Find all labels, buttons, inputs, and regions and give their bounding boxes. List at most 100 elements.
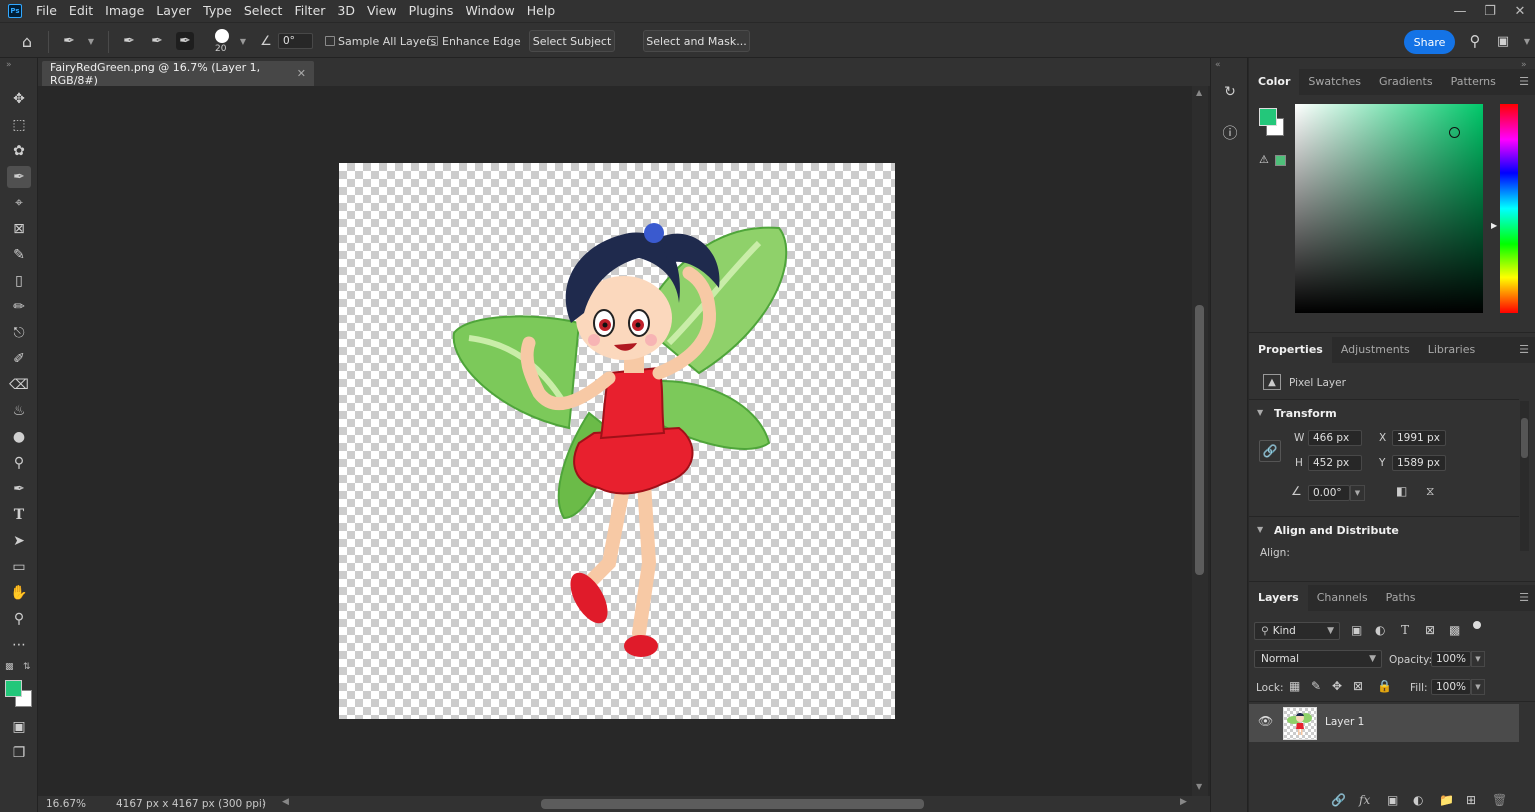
document-canvas[interactable] <box>339 163 895 719</box>
healing-brush-tool-icon[interactable]: ▯ <box>7 270 31 292</box>
rotation-input[interactable]: 0.00° <box>1308 485 1350 501</box>
tab-adjustments[interactable]: Adjustments <box>1332 337 1419 363</box>
panel-menu-icon[interactable]: ☰ <box>1519 343 1529 356</box>
gamut-swatch[interactable] <box>1275 155 1286 166</box>
subtract-from-selection-icon[interactable]: ✒ <box>176 32 194 50</box>
lock-image-icon[interactable]: ✎ <box>1311 679 1321 693</box>
layer-thumbnail[interactable] <box>1283 707 1317 740</box>
menu-window[interactable]: Window <box>459 0 520 22</box>
quick-selection-tool-icon[interactable]: ✒ <box>7 166 31 188</box>
layer-name[interactable]: Layer 1 <box>1325 716 1364 728</box>
menu-edit[interactable]: Edit <box>63 0 99 22</box>
zoom-tool-icon[interactable]: ⚲ <box>7 608 31 630</box>
new-selection-icon[interactable]: ✒ <box>120 32 138 50</box>
frame-tool-icon[interactable]: ⊠ <box>7 218 31 240</box>
scroll-down-icon[interactable]: ▼ <box>1196 782 1202 791</box>
crop-tool-icon[interactable]: ⌖ <box>7 192 31 214</box>
foreground-color-swatch[interactable] <box>5 680 22 697</box>
filter-smart-object-icon[interactable]: ▩ <box>1449 623 1460 637</box>
chevron-down-icon[interactable]: ▼ <box>1257 408 1263 417</box>
menu-help[interactable]: Help <box>521 0 562 22</box>
menu-image[interactable]: Image <box>99 0 150 22</box>
more-tools-icon[interactable]: ⋯ <box>7 634 31 656</box>
select-and-mask-button[interactable]: Select and Mask... <box>643 30 750 52</box>
eyedropper-tool-icon[interactable]: ✎ <box>7 244 31 266</box>
scroll-up-icon[interactable]: ▲ <box>1196 88 1202 97</box>
chevron-down-icon[interactable]: ▼ <box>234 32 252 50</box>
menu-filter[interactable]: Filter <box>288 0 331 22</box>
screen-mode-icon[interactable]: ❐ <box>7 742 31 764</box>
properties-scrollbar-thumb[interactable] <box>1521 418 1528 458</box>
tab-gradients[interactable]: Gradients <box>1370 69 1442 95</box>
default-colors-icon[interactable]: ▩ <box>5 662 14 672</box>
type-tool-icon[interactable]: T <box>7 504 31 526</box>
dodge-tool-icon[interactable]: ⚲ <box>7 452 31 474</box>
tab-paths[interactable]: Paths <box>1377 585 1425 611</box>
gamut-warning-icon[interactable]: ⚠ <box>1259 153 1269 166</box>
menu-plugins[interactable]: Plugins <box>403 0 460 22</box>
hue-slider[interactable] <box>1500 104 1518 313</box>
eraser-tool-icon[interactable]: ⌫ <box>7 374 31 396</box>
adjustment-layer-icon[interactable]: ◐ <box>1413 793 1423 807</box>
brush-tip-icon[interactable] <box>215 29 229 43</box>
info-panel-icon[interactable]: ⓘ <box>1220 122 1240 142</box>
brush-tool-icon[interactable]: ✏ <box>7 296 31 318</box>
workspace-icon[interactable]: ▣ <box>1494 32 1512 50</box>
close-icon[interactable]: ✕ <box>297 67 306 80</box>
tab-properties[interactable]: Properties <box>1249 337 1332 363</box>
chevron-down-icon[interactable]: ▼ <box>1257 525 1263 534</box>
chevron-down-icon[interactable]: ▼ <box>1350 485 1365 501</box>
fill-input[interactable]: 100% <box>1431 679 1471 695</box>
flip-vertical-icon[interactable]: ⧖ <box>1426 484 1434 499</box>
quick-mask-icon[interactable]: ▣ <box>7 716 31 738</box>
close-icon[interactable]: ✕ <box>1505 0 1535 22</box>
filter-shape-icon[interactable]: ⊠ <box>1425 623 1435 637</box>
move-tool-icon[interactable]: ✥ <box>7 88 31 110</box>
y-input[interactable]: 1589 px <box>1392 455 1446 471</box>
trash-icon[interactable]: 🗑 <box>1492 793 1507 807</box>
history-brush-tool-icon[interactable]: ✐ <box>7 348 31 370</box>
collapse-icon[interactable]: « <box>1215 60 1221 70</box>
panel-menu-icon[interactable]: ☰ <box>1519 75 1529 88</box>
quick-selection-preset-icon[interactable]: ✒ <box>60 32 78 50</box>
lock-transparent-icon[interactable]: ▦ <box>1289 679 1300 693</box>
share-button[interactable]: Share <box>1404 30 1455 54</box>
flip-horizontal-icon[interactable]: ◧ <box>1396 484 1407 498</box>
sample-all-layers-checkbox[interactable] <box>325 36 335 46</box>
eye-icon[interactable]: 👁 <box>1258 714 1273 728</box>
tab-patterns[interactable]: Patterns <box>1442 69 1505 95</box>
rectangle-tool-icon[interactable]: ▭ <box>7 556 31 578</box>
filter-pixel-icon[interactable]: ▣ <box>1351 623 1362 637</box>
new-layer-icon[interactable]: ⊞ <box>1466 793 1476 807</box>
lock-all-icon[interactable]: 🔒 <box>1377 679 1392 693</box>
panel-menu-icon[interactable]: ☰ <box>1519 591 1529 604</box>
menu-3d[interactable]: 3D <box>331 0 361 22</box>
x-input[interactable]: 1991 px <box>1392 430 1446 446</box>
chevron-down-icon[interactable]: ▼ <box>1471 679 1485 695</box>
scroll-left-icon[interactable]: ◀ <box>282 797 289 807</box>
vertical-scrollbar-thumb[interactable] <box>1195 305 1204 575</box>
tab-channels[interactable]: Channels <box>1308 585 1377 611</box>
clone-stamp-tool-icon[interactable]: ⎋ <box>7 322 31 344</box>
link-icon[interactable]: 🔗 <box>1259 440 1281 462</box>
history-panel-icon[interactable]: ↻ <box>1220 82 1240 102</box>
zoom-level[interactable]: 16.67% <box>46 798 86 810</box>
lock-position-icon[interactable]: ✥ <box>1332 679 1342 693</box>
horizontal-scrollbar-thumb[interactable] <box>541 799 924 809</box>
tab-libraries[interactable]: Libraries <box>1419 337 1485 363</box>
menu-layer[interactable]: Layer <box>150 0 197 22</box>
chevron-right-icon[interactable]: › <box>262 797 266 809</box>
select-subject-button[interactable]: Select Subject <box>529 30 615 52</box>
lasso-tool-icon[interactable]: ✿ <box>7 140 31 162</box>
restore-icon[interactable]: ❐ <box>1475 0 1505 22</box>
menu-type[interactable]: Type <box>197 0 238 22</box>
align-section-title[interactable]: Align and Distribute <box>1274 524 1399 537</box>
hand-tool-icon[interactable]: ✋ <box>7 582 31 604</box>
add-mask-icon[interactable]: ▣ <box>1387 793 1398 807</box>
menu-file[interactable]: File <box>30 0 63 22</box>
scroll-right-icon[interactable]: ▶ <box>1180 797 1187 807</box>
menu-view[interactable]: View <box>361 0 403 22</box>
fx-icon[interactable]: fx <box>1359 793 1370 807</box>
lock-artboard-icon[interactable]: ⊠ <box>1353 679 1363 693</box>
chevron-down-icon[interactable]: ▼ <box>1471 651 1485 667</box>
